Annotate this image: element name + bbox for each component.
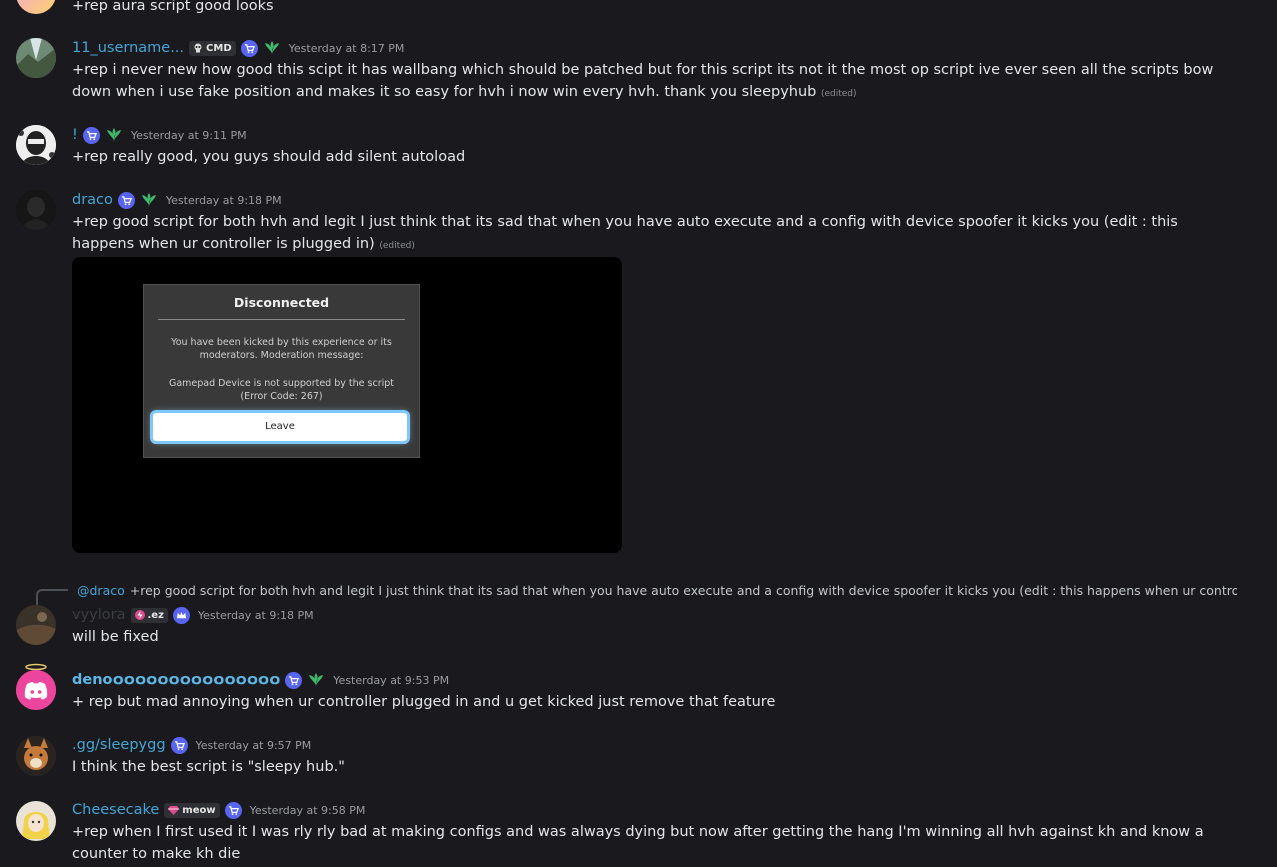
dialog-title: Disconnected bbox=[233, 295, 330, 310]
username[interactable]: Cheesecake bbox=[72, 802, 159, 818]
leaf-badge-icon[interactable] bbox=[263, 40, 281, 56]
timestamp: Yesterday at 9:18 PM bbox=[197, 608, 314, 622]
username[interactable]: 11_username... bbox=[72, 40, 184, 56]
edited-label: (edited) bbox=[379, 241, 415, 251]
avatar[interactable] bbox=[16, 736, 56, 776]
message-text: +rep good script for both hvh and legit … bbox=[72, 214, 1178, 252]
avatar[interactable] bbox=[16, 663, 56, 710]
crown-badge-icon[interactable] bbox=[172, 606, 190, 624]
leaf-badge-icon[interactable] bbox=[307, 672, 325, 688]
avatar[interactable] bbox=[16, 125, 56, 165]
message-text: + rep but mad annoying when ur controlle… bbox=[72, 694, 776, 710]
shop-badge-icon[interactable] bbox=[117, 191, 135, 209]
disconnected-dialog: Disconnected You have been kicked by thi… bbox=[143, 284, 420, 458]
avatar[interactable] bbox=[16, 605, 56, 645]
shop-badge-icon[interactable] bbox=[170, 736, 188, 754]
avatar[interactable] bbox=[16, 0, 56, 14]
message-text: I think the best script is "sleepy hub." bbox=[72, 759, 345, 775]
reply-preview[interactable]: @draco +rep good script for both hvh and… bbox=[72, 579, 1237, 601]
message-text: +rep i never new how good this scipt it … bbox=[72, 62, 1214, 100]
dialog-line-4: (Error Code: 267) bbox=[240, 391, 323, 402]
divider bbox=[158, 319, 405, 320]
shop-badge-icon[interactable] bbox=[224, 801, 242, 819]
guild-tag[interactable]: meow bbox=[164, 802, 220, 818]
avatar[interactable] bbox=[16, 38, 56, 78]
message-content: +rep good script for both hvh and legit … bbox=[72, 211, 1232, 257]
shop-badge-icon[interactable] bbox=[82, 126, 100, 144]
bolt-tag-icon bbox=[134, 610, 145, 620]
reply-text: +rep good script for both hvh and legit … bbox=[129, 582, 1237, 598]
skull-tag-icon bbox=[194, 43, 202, 53]
leave-button: Leave bbox=[153, 413, 407, 441]
dialog-line-2: moderators. Moderation message: bbox=[199, 350, 364, 361]
guild-tag[interactable]: .ez bbox=[130, 607, 168, 623]
timestamp: Yesterday at 9:11 PM bbox=[130, 128, 247, 142]
dialog-line-3: Gamepad Device is not supported by the s… bbox=[168, 378, 394, 389]
leaf-badge-icon[interactable] bbox=[105, 127, 123, 143]
username[interactable]: draco bbox=[72, 192, 113, 208]
reply-spine bbox=[36, 589, 68, 605]
reply-username[interactable]: @draco bbox=[77, 583, 125, 598]
message-text: +rep really good, you guys should add si… bbox=[72, 149, 466, 165]
image-attachment[interactable]: Disconnected You have been kicked by thi… bbox=[72, 257, 622, 553]
avatar[interactable] bbox=[16, 801, 56, 841]
shop-badge-icon[interactable] bbox=[285, 671, 303, 689]
message-text: +rep aura script good looks bbox=[72, 0, 274, 14]
timestamp: Yesterday at 9:18 PM bbox=[165, 193, 282, 207]
avatar[interactable] bbox=[16, 190, 56, 230]
timestamp: Yesterday at 9:53 PM bbox=[333, 673, 450, 687]
edited-label: (edited) bbox=[820, 89, 857, 99]
message-text: +rep when I first used it I was rly rly … bbox=[72, 824, 1204, 862]
leaf-badge-icon[interactable] bbox=[140, 192, 158, 208]
message-text: will be fixed bbox=[72, 629, 159, 645]
timestamp: Yesterday at 9:58 PM bbox=[249, 803, 366, 817]
message-content: +rep i never new how good this scipt it … bbox=[72, 59, 1232, 105]
gem-tag-icon bbox=[168, 806, 180, 815]
dialog-line-1: You have been kicked by this experience … bbox=[171, 337, 392, 348]
username[interactable]: deno໐໐໐໐໐໐໐໐໐໐໐໐໐໐໐ bbox=[72, 672, 280, 688]
username[interactable]: .gg/sleepygg bbox=[72, 737, 166, 753]
timestamp: Yesterday at 9:57 PM bbox=[195, 738, 312, 752]
username[interactable]: vyylora bbox=[72, 607, 126, 623]
shop-badge-icon[interactable] bbox=[240, 39, 258, 57]
guild-tag[interactable]: CMD bbox=[189, 40, 236, 56]
timestamp: Yesterday at 8:17 PM bbox=[288, 41, 405, 55]
username[interactable]: ! bbox=[72, 127, 78, 143]
